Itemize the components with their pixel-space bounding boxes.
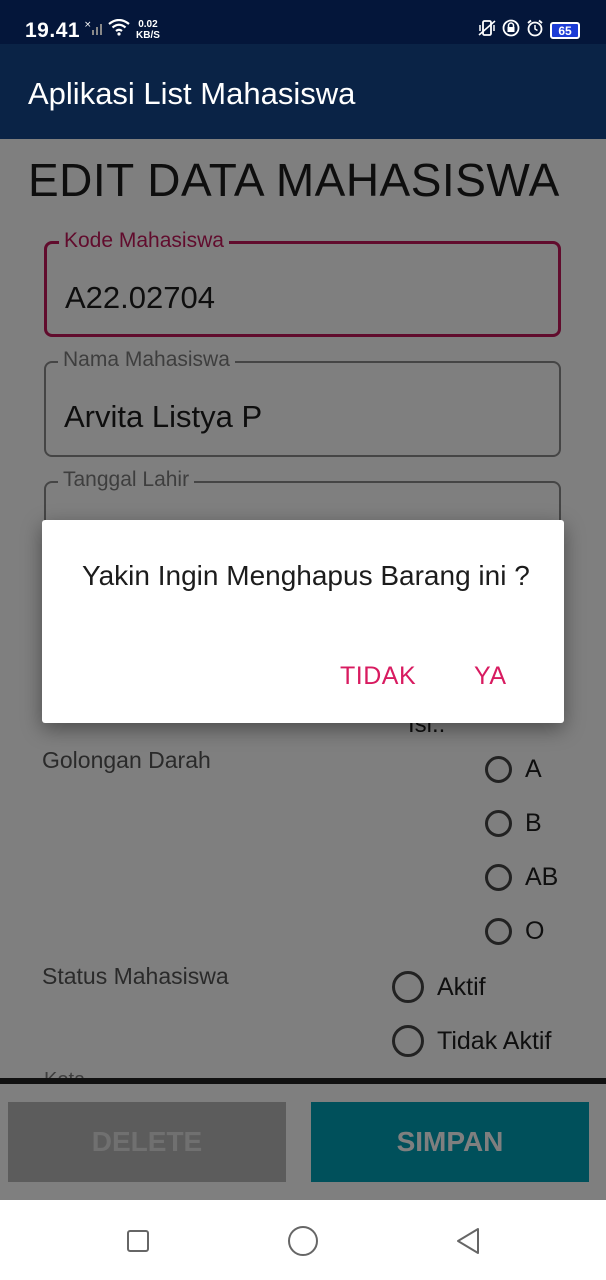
back-icon[interactable] (455, 1227, 481, 1260)
network-speed: 0.02 KB/S (136, 19, 160, 41)
battery-icon: 65 (550, 22, 580, 39)
status-time: 19.41 (25, 19, 81, 42)
speed-value: 0.02 (138, 19, 158, 30)
alarm-icon (526, 19, 544, 42)
dialog-scrim-bottom (0, 1084, 606, 1204)
recents-icon[interactable] (127, 1230, 149, 1252)
signal-icon: × (84, 20, 106, 41)
app-bar: Aplikasi List Mahasiswa (0, 44, 606, 139)
home-icon[interactable] (288, 1226, 318, 1256)
dialog-message: Yakin Ingin Menghapus Barang ini ? (82, 560, 530, 591)
wifi-icon (108, 18, 130, 41)
status-bar: 19.41 × 0.02 KB/S 65 (0, 0, 606, 44)
lock-icon (502, 19, 520, 42)
status-icons: 65 (478, 19, 580, 42)
dialog-cancel-button[interactable]: TIDAK (340, 662, 416, 691)
dialog-confirm-button[interactable]: YA (474, 662, 507, 691)
speed-unit: KB/S (136, 30, 160, 41)
confirm-delete-dialog: Yakin Ingin Menghapus Barang ini ? TIDAK… (42, 520, 564, 723)
navigation-bar (0, 1200, 606, 1280)
vibrate-icon (478, 19, 496, 42)
svg-text:×: × (84, 20, 92, 30)
battery-level: 65 (558, 23, 572, 38)
app-title: Aplikasi List Mahasiswa (28, 76, 356, 111)
